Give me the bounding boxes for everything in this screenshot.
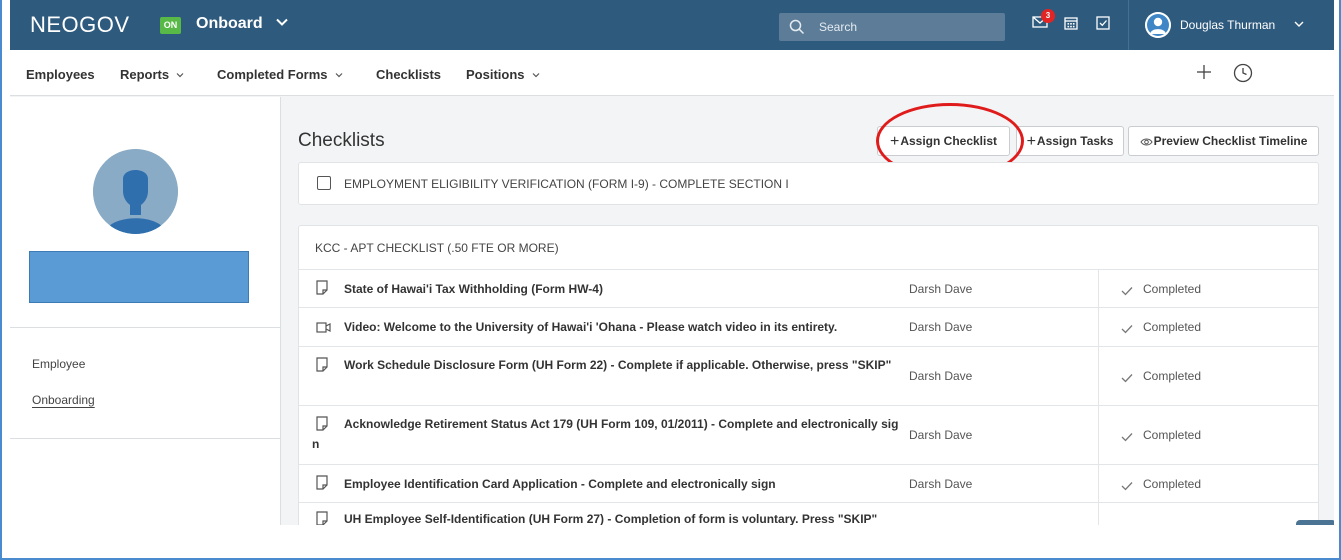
checkmark-icon <box>1121 478 1133 496</box>
topbar-divider <box>1128 0 1129 50</box>
checklist-row[interactable]: Acknowledge Retirement Status Act 179 (U… <box>299 405 1318 465</box>
row-divider <box>1098 406 1099 465</box>
checkmark-icon <box>1121 429 1133 447</box>
task-check-icon[interactable] <box>1095 15 1111 36</box>
checklist-name[interactable]: KCC - APT CHECKLIST (.50 FTE OR MORE) <box>315 241 559 255</box>
sidebar-link-employee[interactable]: Employee <box>32 357 85 371</box>
row-status: Completed <box>1143 282 1202 296</box>
checklist-row[interactable]: Work Schedule Disclosure Form (UH Form 2… <box>299 346 1318 406</box>
eye-icon <box>1139 129 1153 157</box>
chevron-down-icon <box>175 68 185 83</box>
notification-badge: 3 <box>1041 9 1055 23</box>
search-icon <box>789 19 805 40</box>
search-placeholder: Search <box>819 20 858 34</box>
row-assignee: Darsh Dave <box>909 320 973 334</box>
checkmark-icon <box>1121 283 1133 301</box>
page-title: Checklists <box>298 130 385 151</box>
nav-item-checklists[interactable]: Checklists <box>376 67 441 82</box>
chevron-down-icon[interactable] <box>275 15 289 34</box>
assign-tasks-button[interactable]: +Assign Tasks <box>1016 126 1124 156</box>
checkmark-icon <box>1121 370 1133 388</box>
checklist-row[interactable]: Employee Identification Card Application… <box>299 464 1318 503</box>
row-divider <box>1098 270 1099 308</box>
plus-icon[interactable] <box>1194 62 1214 87</box>
row-title[interactable]: Work Schedule Disclosure Form (UH Form 2… <box>312 355 902 375</box>
task-title[interactable]: EMPLOYMENT ELIGIBILITY VERIFICATION (FOR… <box>344 177 789 191</box>
checkmark-icon <box>1121 321 1133 339</box>
row-title[interactable]: Video: Welcome to the University of Hawa… <box>312 317 902 337</box>
brand-logo[interactable]: NEOGOV <box>30 12 130 38</box>
task-checkbox[interactable] <box>317 176 331 190</box>
row-divider <box>1098 347 1099 406</box>
sidebar-divider <box>10 327 281 328</box>
checklist-row[interactable]: State of Hawai'i Tax Withholding (Form H… <box>299 269 1318 308</box>
standalone-task-card: EMPLOYMENT ELIGIBILITY VERIFICATION (FOR… <box>298 162 1319 205</box>
row-assignee: Darsh Dave <box>909 369 973 383</box>
search-input[interactable]: Search <box>779 13 1005 41</box>
row-status: Completed <box>1143 320 1202 334</box>
checklist-row[interactable]: UH Employee Self-Identification (UH Form… <box>299 502 1318 525</box>
chevron-down-icon[interactable] <box>1293 17 1305 35</box>
row-status: Completed <box>1143 369 1202 383</box>
plus-icon: + <box>1026 133 1036 150</box>
row-status: Completed <box>1143 477 1202 491</box>
row-divider <box>1098 465 1099 503</box>
row-assignee: Darsh Dave <box>909 428 973 442</box>
app-switcher[interactable]: Onboard <box>196 15 263 33</box>
sidebar-link-onboarding[interactable]: Onboarding <box>32 393 95 407</box>
row-assignee: Darsh Dave <box>909 477 973 491</box>
nav-item-positions[interactable]: Positions <box>466 67 541 83</box>
checklist-row[interactable]: Video: Welcome to the University of Hawa… <box>299 307 1318 347</box>
calendar-icon[interactable] <box>1063 15 1079 36</box>
employee-avatar <box>93 149 178 234</box>
row-divider <box>1098 503 1099 525</box>
row-divider <box>1098 308 1099 347</box>
row-title[interactable]: State of Hawai'i Tax Withholding (Form H… <box>312 279 902 299</box>
employee-sidebar: Employee Onboarding <box>10 97 281 525</box>
nav-item-employees[interactable]: Employees <box>26 67 95 82</box>
preview-checklist-timeline-button[interactable]: Preview Checklist Timeline <box>1128 126 1319 156</box>
row-status: Completed <box>1143 428 1202 442</box>
chevron-down-icon <box>531 68 541 83</box>
screenshot-frame: NEOGOV ON Onboard Search 3 Douglas Thurm… <box>0 0 1341 560</box>
help-tab[interactable] <box>1296 520 1334 525</box>
user-name-menu[interactable]: Douglas Thurman <box>1180 18 1275 32</box>
main-nav: Employees Reports Completed Forms Checkl… <box>10 50 1334 96</box>
sidebar-divider <box>10 438 281 439</box>
chevron-down-icon <box>334 68 344 83</box>
clock-icon[interactable] <box>1232 62 1254 89</box>
row-title[interactable]: Employee Identification Card Application… <box>312 474 902 494</box>
app-window: NEOGOV ON Onboard Search 3 Douglas Thurm… <box>10 0 1334 525</box>
checklist-card: KCC - APT CHECKLIST (.50 FTE OR MORE) St… <box>298 225 1319 525</box>
onboard-product-badge: ON <box>160 17 181 34</box>
top-bar: NEOGOV ON Onboard Search 3 Douglas Thurm… <box>10 0 1334 50</box>
row-title[interactable]: UH Employee Self-Identification (UH Form… <box>312 509 902 525</box>
nav-item-reports[interactable]: Reports <box>120 67 185 83</box>
row-title[interactable]: Acknowledge Retirement Status Act 179 (U… <box>312 414 902 454</box>
redacted-employee-name <box>29 251 249 303</box>
row-assignee: Darsh Dave <box>909 282 973 296</box>
nav-item-completed-forms[interactable]: Completed Forms <box>217 67 344 83</box>
user-avatar[interactable] <box>1145 12 1171 38</box>
